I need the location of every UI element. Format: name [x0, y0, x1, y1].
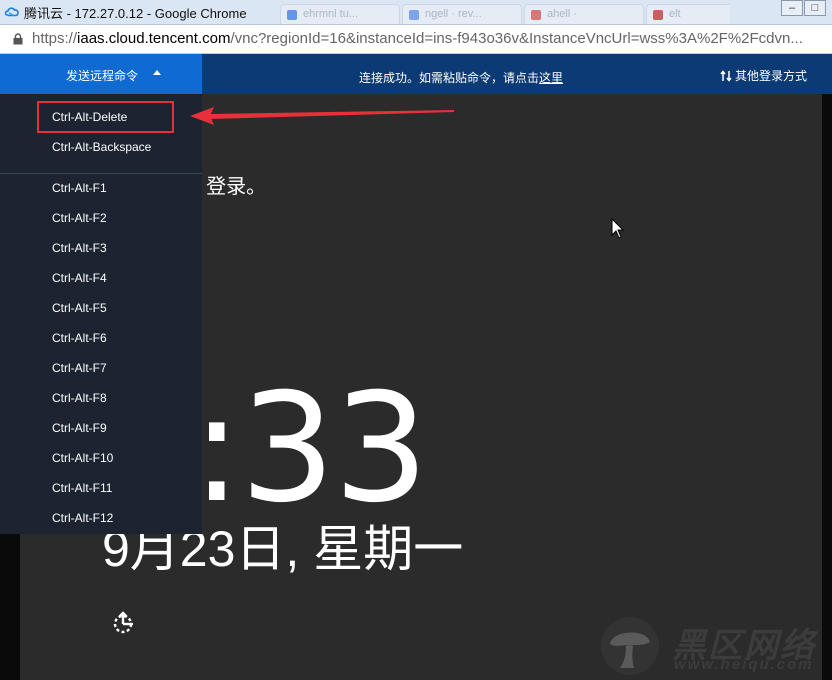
- send-command-menu: Ctrl-Alt-Delete Ctrl-Alt-Backspace Ctrl-…: [0, 94, 202, 534]
- remote-screen-border: [822, 94, 832, 680]
- menu-item-label: Ctrl-Alt-F9: [52, 421, 107, 435]
- tab-favicon-icon: [409, 10, 419, 20]
- tab-favicon-icon: [531, 10, 541, 20]
- menu-item-ctrl-alt-f7[interactable]: Ctrl-Alt-F7: [0, 353, 202, 383]
- highlight-box: [37, 101, 174, 133]
- ease-of-access-icon[interactable]: [110, 609, 138, 637]
- menu-item-ctrl-alt-f9[interactable]: Ctrl-Alt-F9: [0, 413, 202, 443]
- menu-item-ctrl-alt-f2[interactable]: Ctrl-Alt-F2: [0, 203, 202, 233]
- send-command-button[interactable]: 发送远程命令: [0, 54, 202, 94]
- background-tab[interactable]: ehrmnl tu...: [280, 4, 400, 24]
- browser-title-bar: 腾讯云 - 172.27.0.12 - Google Chrome ehrmnl…: [0, 0, 832, 25]
- menu-item-ctrl-alt-f10[interactable]: Ctrl-Alt-F10: [0, 443, 202, 473]
- menu-item-ctrl-alt-f11[interactable]: Ctrl-Alt-F11: [0, 473, 202, 503]
- menu-item-label: Ctrl-Alt-F7: [52, 361, 107, 375]
- status-text: 连接成功。如需粘贴命令，请点击: [359, 71, 540, 85]
- background-tab[interactable]: elt: [646, 4, 730, 24]
- window-controls: – □: [780, 0, 826, 18]
- menu-item-ctrl-alt-f1[interactable]: Ctrl-Alt-F1: [0, 173, 202, 203]
- menu-item-label: Ctrl-Alt-F4: [52, 271, 107, 285]
- watermark-url: www.heiqu.com: [674, 656, 814, 673]
- annotation-arrow: [190, 107, 454, 125]
- other-login-label: 其他登录方式: [735, 69, 808, 83]
- menu-item-label: Ctrl-Alt-F5: [52, 301, 107, 315]
- menu-item-label: Ctrl-Alt-F10: [52, 451, 114, 465]
- other-login-button[interactable]: 其他登录方式: [720, 67, 807, 84]
- url-host: iaas.cloud.tencent.com: [77, 30, 231, 47]
- swap-icon: [720, 70, 732, 82]
- menu-item-label: Ctrl-Alt-F3: [52, 241, 107, 255]
- url-path: /vnc?regionId=16&instanceId=ins-f943o36v…: [230, 30, 803, 47]
- window-title: 腾讯云 - 172.27.0.12 - Google Chrome: [24, 6, 247, 21]
- menu-item-ctrl-alt-f12[interactable]: Ctrl-Alt-F12: [0, 503, 202, 533]
- maximize-button[interactable]: □: [804, 0, 826, 16]
- paste-command-link[interactable]: 这里: [539, 71, 563, 85]
- background-tab-title: elt: [669, 8, 681, 20]
- send-command-label: 发送远程命令: [66, 69, 139, 83]
- tencent-cloud-icon: [4, 7, 19, 17]
- connection-status: 连接成功。如需粘贴命令，请点击这里: [359, 69, 563, 86]
- mouse-cursor-icon: [611, 218, 625, 239]
- background-tab-title: ehrmnl tu...: [303, 8, 359, 20]
- menu-item-label: Ctrl-Alt-F11: [52, 481, 113, 495]
- menu-item-label: Ctrl-Alt-F8: [52, 391, 107, 405]
- background-tab-title: ahell ·: [547, 8, 577, 20]
- menu-item-label: Ctrl-Alt-F1: [52, 181, 107, 195]
- background-tab-title: ngell · rev...: [425, 8, 482, 20]
- url-text[interactable]: https://iaas.cloud.tencent.com/vnc?regio…: [32, 30, 803, 47]
- menu-item-ctrl-alt-f6[interactable]: Ctrl-Alt-F6: [0, 323, 202, 353]
- menu-item-ctrl-alt-f5[interactable]: Ctrl-Alt-F5: [0, 293, 202, 323]
- menu-item-label: Ctrl-Alt-F12: [52, 511, 114, 525]
- menu-item-label: Ctrl-Alt-Backspace: [52, 140, 152, 154]
- menu-item-ctrl-alt-f8[interactable]: Ctrl-Alt-F8: [0, 383, 202, 413]
- menu-item-ctrl-alt-f3[interactable]: Ctrl-Alt-F3: [0, 233, 202, 263]
- vnc-toolbar: 发送远程命令 连接成功。如需粘贴命令，请点击这里 其他登录方式: [0, 54, 832, 94]
- tab-favicon-icon: [287, 10, 297, 20]
- mushroom-logo-icon: [601, 617, 659, 675]
- background-tab[interactable]: ahell ·: [524, 4, 644, 24]
- lock-icon: [13, 33, 23, 45]
- menu-item-ctrl-alt-backspace[interactable]: Ctrl-Alt-Backspace: [0, 132, 202, 162]
- url-scheme: https://: [32, 30, 78, 47]
- menu-item-label: Ctrl-Alt-F2: [52, 211, 107, 225]
- background-tab[interactable]: ngell · rev...: [402, 4, 522, 24]
- minimize-button[interactable]: –: [781, 0, 803, 16]
- menu-item-label: Ctrl-Alt-F6: [52, 331, 107, 345]
- menu-item-ctrl-alt-f4[interactable]: Ctrl-Alt-F4: [0, 263, 202, 293]
- background-tabs: ehrmnl tu... ngell · rev... ahell · elt: [250, 4, 730, 24]
- address-bar[interactable]: https://iaas.cloud.tencent.com/vnc?regio…: [0, 25, 832, 54]
- caret-up-icon: [153, 70, 161, 75]
- watermark: 黑区网络 www.heiqu.com: [596, 612, 832, 680]
- tab-favicon-icon: [653, 10, 663, 20]
